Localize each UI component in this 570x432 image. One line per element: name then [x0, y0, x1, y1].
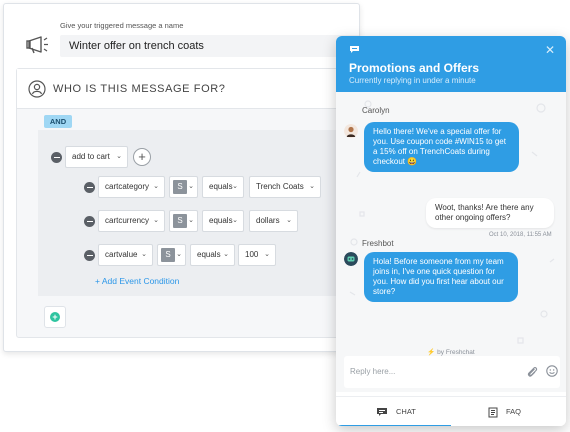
- megaphone-icon: [26, 36, 48, 54]
- event-select-value: add to cart: [72, 152, 110, 161]
- remove-event-icon[interactable]: [51, 152, 62, 163]
- tab-faq-label: FAQ: [506, 407, 522, 416]
- target-user-icon: [28, 80, 46, 98]
- agent-avatar: [344, 124, 358, 138]
- chevron-down-icon: ⌄: [309, 183, 315, 190]
- condition-type-select[interactable]: S ⌄: [157, 244, 186, 266]
- chat-title: Promotions and Offers: [349, 61, 480, 75]
- message-bubble-agent: Hello there! We've a special offer for y…: [364, 122, 519, 172]
- condition-operator-select[interactable]: equals ⌄: [202, 210, 244, 232]
- chevron-down-icon: ⌄: [153, 217, 159, 224]
- chevron-down-icon: ⌄: [264, 251, 270, 258]
- chevron-down-icon: ⌄: [153, 183, 159, 190]
- message-editor-panel: Give your triggered message a name WHO I…: [3, 3, 360, 352]
- powered-by-label[interactable]: ⚡ by Freshchat: [336, 348, 566, 356]
- active-tab-indicator: [336, 425, 451, 426]
- add-group-button[interactable]: +: [44, 306, 66, 328]
- chevron-down-icon: ⌄: [223, 251, 229, 258]
- faq-icon: [488, 407, 498, 418]
- chevron-down-icon: ⌄: [188, 183, 194, 190]
- type-string-badge: S: [173, 180, 187, 194]
- remove-condition-icon[interactable]: [84, 216, 95, 227]
- message-name-input[interactable]: [60, 35, 359, 57]
- condition-property-value: cartcurrency: [105, 216, 150, 225]
- condition-value: Trench Coats: [256, 182, 304, 191]
- condition-property-select[interactable]: cartcategory ⌄: [98, 176, 165, 198]
- condition-value: dollars: [256, 216, 280, 225]
- conversation-area: Carolyn Hello there! We've a special off…: [336, 92, 566, 392]
- condition-value-select[interactable]: Trench Coats ⌄: [249, 176, 321, 198]
- condition-property-value: cartvalue: [105, 250, 138, 259]
- tab-faq[interactable]: FAQ: [488, 397, 521, 426]
- reply-input[interactable]: Reply here...: [350, 367, 395, 376]
- event-select[interactable]: add to cart ⌄: [65, 146, 128, 168]
- type-string-badge: S: [173, 214, 187, 228]
- chat-bubble-icon: [377, 408, 387, 417]
- condition-value: 100: [245, 250, 259, 259]
- message-timestamp: Oct 10, 2018, 11:55 AM: [489, 232, 552, 238]
- condition-value-select[interactable]: dollars ⌄: [249, 210, 298, 232]
- screenshot-stage: Give your triggered message a name WHO I…: [0, 0, 570, 432]
- message-sender: Carolyn: [362, 106, 390, 115]
- message-bubble-user: Woot, thanks! Are there any other ongoin…: [426, 198, 554, 228]
- condition-type-select[interactable]: S ⌄: [169, 210, 198, 232]
- add-circle-icon[interactable]: +: [133, 148, 151, 166]
- message-name-label: Give your triggered message a name: [60, 21, 184, 30]
- condition-operator-value: equals: [209, 182, 233, 191]
- chevron-down-icon: ⌄: [188, 217, 194, 224]
- condition-property-value: cartcategory: [105, 182, 150, 191]
- condition-operator-value: equals: [197, 250, 221, 259]
- condition-property-select[interactable]: cartcurrency ⌄: [98, 210, 165, 232]
- message-bubble-bot: Hola! Before someone from my team joins …: [364, 252, 518, 302]
- chat-footer-tabs: CHAT FAQ: [336, 396, 566, 426]
- chevron-down-icon: ⌄: [116, 153, 122, 160]
- chevron-down-icon: ⌄: [286, 217, 292, 224]
- chat-subtitle: Currently replying in under a minute: [349, 76, 476, 85]
- and-badge[interactable]: AND: [44, 115, 72, 128]
- chat-bubble-icon: [350, 46, 359, 53]
- close-icon[interactable]: ✕: [545, 43, 555, 57]
- condition-property-select[interactable]: cartvalue ⌄: [98, 244, 153, 266]
- condition-value-select[interactable]: 100 ⌄: [238, 244, 276, 266]
- message-name-row: Give your triggered message a name: [4, 4, 359, 64]
- tab-chat[interactable]: CHAT: [376, 397, 416, 426]
- condition-operator-select[interactable]: equals ⌄: [190, 244, 235, 266]
- chat-header: ✕ Promotions and Offers Currently replyi…: [336, 36, 566, 92]
- type-string-badge: S: [161, 248, 175, 262]
- add-event-condition-link[interactable]: + Add Event Condition: [95, 276, 179, 286]
- chevron-down-icon: ⌄: [232, 217, 238, 224]
- emoji-icon[interactable]: [546, 365, 558, 377]
- chevron-down-icon: ⌄: [232, 183, 238, 190]
- audience-section-title: WHO IS THIS MESSAGE FOR?: [53, 83, 226, 95]
- condition-operator-value: equals: [209, 216, 233, 225]
- chat-widget: ✕ Promotions and Offers Currently replyi…: [336, 36, 566, 426]
- tab-chat-label: CHAT: [396, 407, 416, 416]
- remove-condition-icon[interactable]: [84, 250, 95, 261]
- attach-icon[interactable]: [526, 365, 538, 378]
- audience-section-header: WHO IS THIS MESSAGE FOR?: [17, 69, 359, 109]
- chevron-down-icon: ⌄: [141, 251, 147, 258]
- condition-operator-select[interactable]: equals ⌄: [202, 176, 244, 198]
- add-circle-icon: +: [50, 312, 60, 322]
- reply-box: Reply here...: [344, 356, 560, 388]
- message-sender: Freshbot: [362, 239, 394, 248]
- chevron-down-icon: ⌄: [176, 251, 182, 258]
- condition-type-select[interactable]: S ⌄: [169, 176, 198, 198]
- bot-avatar: [344, 252, 358, 266]
- remove-condition-icon[interactable]: [84, 182, 95, 193]
